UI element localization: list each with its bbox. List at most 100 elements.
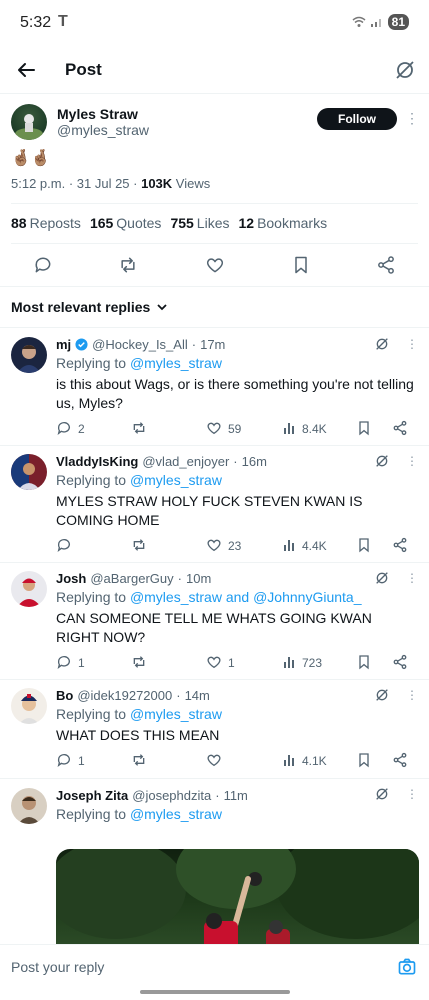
reply-icon[interactable] (56, 420, 72, 436)
replying-to-handle[interactable]: @myles_straw (130, 472, 222, 488)
replying-to-label: Replying to (56, 806, 127, 822)
divider (0, 286, 429, 287)
reply-avatar[interactable] (11, 688, 47, 724)
author-name[interactable]: Myles Straw (57, 106, 138, 122)
replying-to-handle[interactable]: @JohnnyGiunta_ (253, 589, 361, 605)
bookmark-icon[interactable] (356, 537, 372, 553)
stat-reposts[interactable]: 88 Reposts (11, 215, 81, 231)
reply-handle[interactable]: @idek19272000 (77, 688, 172, 703)
reply-icon[interactable] (56, 752, 72, 768)
reply-time: 17m (200, 337, 226, 352)
like-icon[interactable] (206, 420, 222, 436)
like-icon[interactable] (206, 752, 222, 768)
views-count: 4.1K (302, 754, 327, 768)
chevron-down-icon (157, 304, 167, 311)
carrier-icon: T (58, 13, 68, 30)
reply-handle[interactable]: @aBargerGuy (90, 571, 173, 586)
divider (11, 243, 418, 244)
share-icon[interactable] (392, 537, 408, 553)
share-icon[interactable] (376, 255, 396, 275)
stat-likes[interactable]: 755 Likes (170, 215, 229, 231)
reply-avatar[interactable] (11, 337, 47, 373)
reply-handle[interactable]: @josephdzita (132, 788, 211, 803)
follow-button[interactable]: Follow (317, 108, 397, 130)
sort-dropdown[interactable]: Most relevant replies (11, 299, 168, 315)
post-stats: 88 Reposts 165 Quotes 755 Likes 12 Bookmarks (11, 215, 327, 231)
grok-icon[interactable] (393, 58, 417, 82)
divider (0, 327, 429, 328)
reply-media-image[interactable] (56, 849, 419, 944)
share-icon[interactable] (392, 752, 408, 768)
repost-icon[interactable] (131, 537, 147, 553)
grok-icon[interactable] (374, 570, 390, 586)
more-options-icon[interactable]: ⋮ (406, 688, 418, 702)
reply-name[interactable]: mj (56, 337, 71, 352)
wifi-icon (352, 16, 366, 27)
views-icon[interactable] (282, 654, 298, 670)
bookmark-icon[interactable] (291, 255, 311, 275)
grok-icon[interactable] (374, 687, 390, 703)
views-icon[interactable] (282, 420, 298, 436)
replying-to-handle[interactable]: @myles_straw (130, 589, 222, 605)
author-avatar[interactable] (11, 104, 47, 140)
divider (0, 562, 429, 563)
like-count: 23 (228, 539, 242, 553)
share-icon[interactable] (392, 420, 408, 436)
reply-handle[interactable]: @Hockey_Is_All (92, 337, 188, 352)
share-icon[interactable] (392, 654, 408, 670)
replying-to-label: Replying to (56, 355, 127, 371)
more-options-icon[interactable]: ⋮ (405, 110, 419, 127)
like-icon[interactable] (205, 255, 225, 275)
replying-to-handle[interactable]: @myles_straw (130, 806, 222, 822)
reply-icon[interactable] (56, 537, 72, 553)
stat-label: Likes (196, 215, 230, 231)
repost-icon[interactable] (131, 654, 147, 670)
reply-avatar[interactable] (11, 571, 47, 607)
bookmark-icon[interactable] (356, 752, 372, 768)
like-icon[interactable] (206, 537, 222, 553)
grok-icon[interactable] (374, 336, 390, 352)
views-count: 723 (302, 656, 323, 670)
replying-to-handle[interactable]: @myles_straw (130, 355, 222, 371)
grok-icon[interactable] (374, 786, 390, 802)
stat-bookmarks[interactable]: 12 Bookmarks (238, 215, 327, 231)
reply-icon[interactable] (33, 255, 53, 275)
back-arrow-icon[interactable] (14, 58, 38, 82)
stat-label: Bookmarks (257, 215, 328, 231)
replying-to: Replying to @myles_straw (56, 355, 222, 371)
grok-icon[interactable] (374, 453, 390, 469)
reply-name[interactable]: VladdyIsKing (56, 454, 138, 469)
reply-input-placeholder[interactable]: Post your reply (11, 959, 104, 975)
camera-icon[interactable] (397, 957, 417, 977)
author-handle[interactable]: @myles_straw (57, 122, 149, 138)
more-options-icon[interactable]: ⋮ (406, 571, 418, 585)
reply-name[interactable]: Joseph Zita (56, 788, 128, 803)
stat-quotes[interactable]: 165 Quotes (90, 215, 162, 231)
post-meta: 5:12 p.m. · 31 Jul 25 · 103K Views (11, 176, 211, 191)
views-icon[interactable] (282, 752, 298, 768)
repost-icon[interactable] (131, 752, 147, 768)
like-icon[interactable] (206, 654, 222, 670)
repost-icon[interactable] (131, 420, 147, 436)
reply-avatar[interactable] (11, 454, 47, 490)
reply-avatar[interactable] (11, 788, 47, 824)
reply-name[interactable]: Bo (56, 688, 73, 703)
replying-to-label: Replying to (56, 472, 127, 488)
more-options-icon[interactable]: ⋮ (406, 787, 418, 801)
reply-icon[interactable] (56, 654, 72, 670)
views-count: 4.4K (302, 539, 327, 553)
divider (0, 679, 429, 680)
reply-name[interactable]: Josh (56, 571, 86, 586)
views-icon[interactable] (282, 537, 298, 553)
replying-to: Replying to @myles_straw and @JohnnyGiun… (56, 589, 361, 605)
more-options-icon[interactable]: ⋮ (406, 454, 418, 468)
verified-badge-icon (75, 338, 88, 351)
more-options-icon[interactable]: ⋮ (406, 337, 418, 351)
reply-header: mj @Hockey_Is_All · 17m (56, 337, 226, 352)
bookmark-icon[interactable] (356, 654, 372, 670)
stat-count: 755 (170, 215, 194, 231)
repost-icon[interactable] (118, 255, 138, 275)
reply-handle[interactable]: @vlad_enjoyer (142, 454, 229, 469)
replying-to-handle[interactable]: @myles_straw (130, 706, 222, 722)
bookmark-icon[interactable] (356, 420, 372, 436)
